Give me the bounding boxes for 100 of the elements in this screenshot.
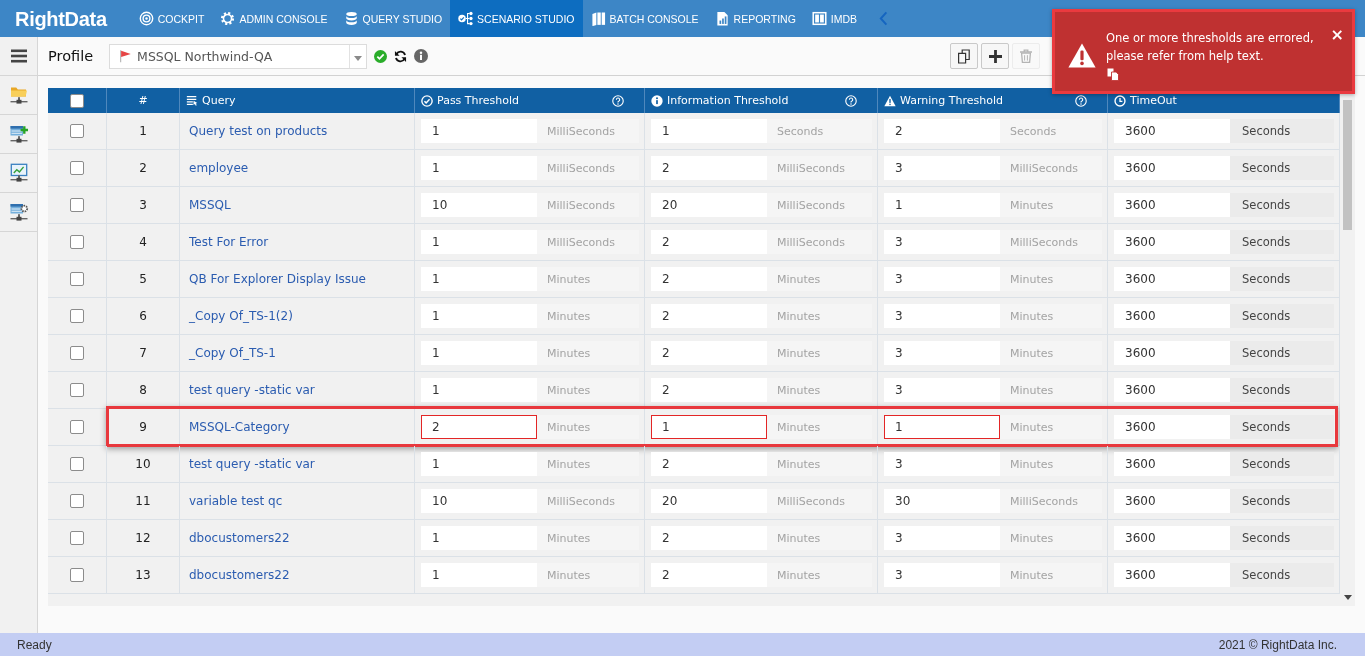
threshold-input[interactable]: 10 (421, 489, 537, 513)
copy-icon[interactable] (1107, 68, 1119, 81)
query-link[interactable]: MSSQL-Category (189, 420, 290, 434)
threshold-input[interactable]: 30 (884, 489, 1000, 513)
nav-tab[interactable]: COCKPIT (130, 0, 213, 37)
threshold-input[interactable]: 2 (651, 378, 767, 402)
threshold-input[interactable]: 1 (421, 341, 537, 365)
help-icon[interactable] (845, 94, 857, 107)
row-checkbox[interactable] (70, 161, 84, 175)
row-checkbox[interactable] (70, 198, 84, 212)
threshold-input[interactable]: 3 (884, 563, 1000, 587)
threshold-input[interactable]: 1 (421, 563, 537, 587)
threshold-input[interactable]: 3 (884, 230, 1000, 254)
query-link[interactable]: Test For Error (189, 235, 269, 249)
timeout-input[interactable]: 3600 (1114, 489, 1230, 513)
threshold-input[interactable]: 2 (651, 304, 767, 328)
row-checkbox[interactable] (70, 420, 84, 434)
query-link[interactable]: test query -static var (189, 457, 315, 471)
row-checkbox[interactable] (70, 383, 84, 397)
nav-tab[interactable]: IMDB (803, 0, 866, 37)
query-link[interactable]: dbocustomers22 (189, 531, 290, 545)
row-checkbox[interactable] (70, 272, 84, 286)
threshold-input[interactable]: 2 (884, 119, 1000, 143)
query-link[interactable]: test query -static var (189, 383, 315, 397)
threshold-input[interactable]: 2 (651, 230, 767, 254)
threshold-input[interactable]: 1 (651, 119, 767, 143)
info-icon[interactable] (414, 49, 429, 63)
timeout-input[interactable]: 3600 (1114, 415, 1230, 439)
threshold-input[interactable]: 1 (884, 193, 1000, 217)
threshold-input[interactable]: 2 (651, 267, 767, 291)
add-button[interactable] (981, 43, 1009, 69)
threshold-input[interactable]: 20 (651, 489, 767, 513)
threshold-input[interactable]: 2 (651, 341, 767, 365)
threshold-input[interactable]: 2 (421, 415, 537, 439)
timeout-input[interactable]: 3600 (1114, 156, 1230, 180)
threshold-input[interactable]: 1 (884, 415, 1000, 439)
table-gear-icon[interactable] (8, 202, 29, 222)
timeout-input[interactable]: 3600 (1114, 526, 1230, 550)
profile-dropdown[interactable]: MSSQL Northwind-QA (109, 43, 368, 69)
threshold-input[interactable]: 1 (421, 119, 537, 143)
threshold-input[interactable]: 3 (884, 304, 1000, 328)
row-checkbox[interactable] (70, 531, 84, 545)
threshold-input[interactable]: 3 (884, 341, 1000, 365)
timeout-input[interactable]: 3600 (1114, 304, 1230, 328)
row-checkbox[interactable] (70, 346, 84, 360)
query-link[interactable]: _Copy Of_TS-1 (189, 346, 276, 360)
row-checkbox[interactable] (70, 457, 84, 471)
help-icon[interactable] (1075, 94, 1087, 107)
nav-tab[interactable]: BATCH CONSOLE (582, 0, 707, 37)
threshold-input[interactable]: 1 (421, 267, 537, 291)
query-link[interactable]: variable test qc (189, 494, 283, 508)
add-table-icon[interactable] (8, 124, 29, 144)
nav-tab[interactable]: REPORTING (706, 0, 804, 37)
threshold-input[interactable]: 2 (651, 156, 767, 180)
close-button[interactable]: × (1330, 27, 1344, 43)
threshold-input[interactable]: 1 (421, 304, 537, 328)
query-link[interactable]: Query test on products (189, 124, 328, 138)
row-checkbox[interactable] (70, 494, 84, 508)
threshold-input[interactable]: 1 (421, 452, 537, 476)
folder-icon[interactable] (8, 85, 29, 105)
row-checkbox[interactable] (70, 235, 84, 249)
refresh-icon[interactable] (394, 49, 408, 63)
timeout-input[interactable]: 3600 (1114, 119, 1230, 143)
select-all-checkbox[interactable] (70, 93, 84, 108)
nav-tab[interactable]: ADMIN CONSOLE (212, 0, 336, 37)
threshold-input[interactable]: 1 (651, 415, 767, 439)
menu-icon[interactable] (10, 49, 27, 63)
threshold-input[interactable]: 2 (651, 452, 767, 476)
timeout-input[interactable]: 3600 (1114, 267, 1230, 291)
threshold-input[interactable]: 3 (884, 378, 1000, 402)
threshold-input[interactable]: 3 (884, 452, 1000, 476)
query-link[interactable]: dbocustomers22 (189, 568, 290, 582)
threshold-input[interactable]: 3 (884, 267, 1000, 291)
timeout-input[interactable]: 3600 (1114, 452, 1230, 476)
threshold-input[interactable]: 3 (884, 156, 1000, 180)
row-checkbox[interactable] (70, 568, 84, 582)
threshold-input[interactable]: 3 (884, 526, 1000, 550)
threshold-input[interactable]: 2 (651, 563, 767, 587)
threshold-input[interactable]: 20 (651, 193, 767, 217)
caret-down-icon[interactable] (1343, 595, 1352, 600)
row-checkbox[interactable] (70, 309, 84, 323)
scrollbar-thumb[interactable] (1343, 100, 1352, 230)
help-icon[interactable] (612, 94, 624, 107)
threshold-input[interactable]: 1 (421, 378, 537, 402)
timeout-input[interactable]: 3600 (1114, 193, 1230, 217)
threshold-input[interactable]: 1 (421, 156, 537, 180)
query-link[interactable]: _Copy Of_TS-1(2) (189, 309, 293, 323)
timeout-input[interactable]: 3600 (1114, 563, 1230, 587)
timeout-input[interactable]: 3600 (1114, 230, 1230, 254)
query-link[interactable]: employee (189, 161, 249, 175)
threshold-input[interactable]: 10 (421, 193, 537, 217)
chart-monitor-icon[interactable] (8, 163, 29, 183)
threshold-input[interactable]: 2 (651, 526, 767, 550)
threshold-input[interactable]: 1 (421, 230, 537, 254)
copy-button[interactable] (950, 43, 978, 69)
nav-tab[interactable]: SCENARIO STUDIO (450, 0, 583, 37)
nav-tab[interactable]: QUERY STUDIO (335, 0, 451, 37)
query-link[interactable]: QB For Explorer Display Issue (189, 272, 366, 286)
query-link[interactable]: MSSQL (189, 198, 231, 212)
timeout-input[interactable]: 3600 (1114, 378, 1230, 402)
